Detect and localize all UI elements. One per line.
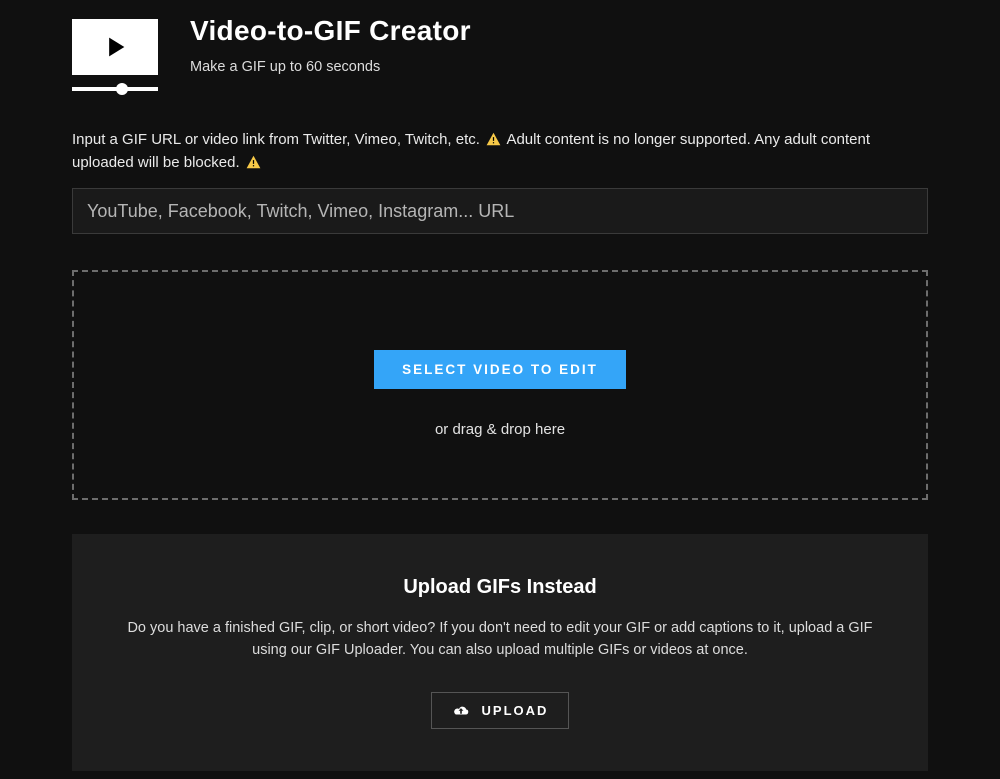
page-container: Video-to-GIF Creator Make a GIF up to 60… <box>0 0 1000 771</box>
page-title: Video-to-GIF Creator <box>190 15 471 47</box>
play-thumbnail-icon <box>72 19 158 75</box>
upload-gifs-panel: Upload GIFs Instead Do you have a finish… <box>72 534 928 771</box>
video-player-icon <box>72 19 158 91</box>
upload-panel-heading: Upload GIFs Instead <box>122 576 878 599</box>
select-video-button[interactable]: SELECT VIDEO TO EDIT <box>374 350 626 389</box>
upload-panel-body: Do you have a finished GIF, clip, or sho… <box>122 617 878 662</box>
disclaimer-text: Input a GIF URL or video link from Twitt… <box>72 129 928 174</box>
upload-button[interactable]: UPLOAD <box>431 692 570 729</box>
warning-icon <box>486 132 501 146</box>
disclaimer-part1: Input a GIF URL or video link from Twitt… <box>72 131 480 148</box>
video-progress-bar-icon <box>72 87 158 91</box>
warning-icon <box>246 155 261 169</box>
header-text-block: Video-to-GIF Creator Make a GIF up to 60… <box>190 15 471 75</box>
cloud-upload-icon <box>452 703 470 717</box>
video-progress-knob-icon <box>116 83 128 95</box>
dropzone[interactable]: SELECT VIDEO TO EDIT or drag & drop here <box>72 270 928 500</box>
url-input[interactable] <box>72 188 928 234</box>
upload-button-label: UPLOAD <box>482 703 549 718</box>
page-subtitle: Make a GIF up to 60 seconds <box>190 59 471 75</box>
drag-drop-hint: or drag & drop here <box>94 421 906 438</box>
page-header: Video-to-GIF Creator Make a GIF up to 60… <box>72 15 928 91</box>
